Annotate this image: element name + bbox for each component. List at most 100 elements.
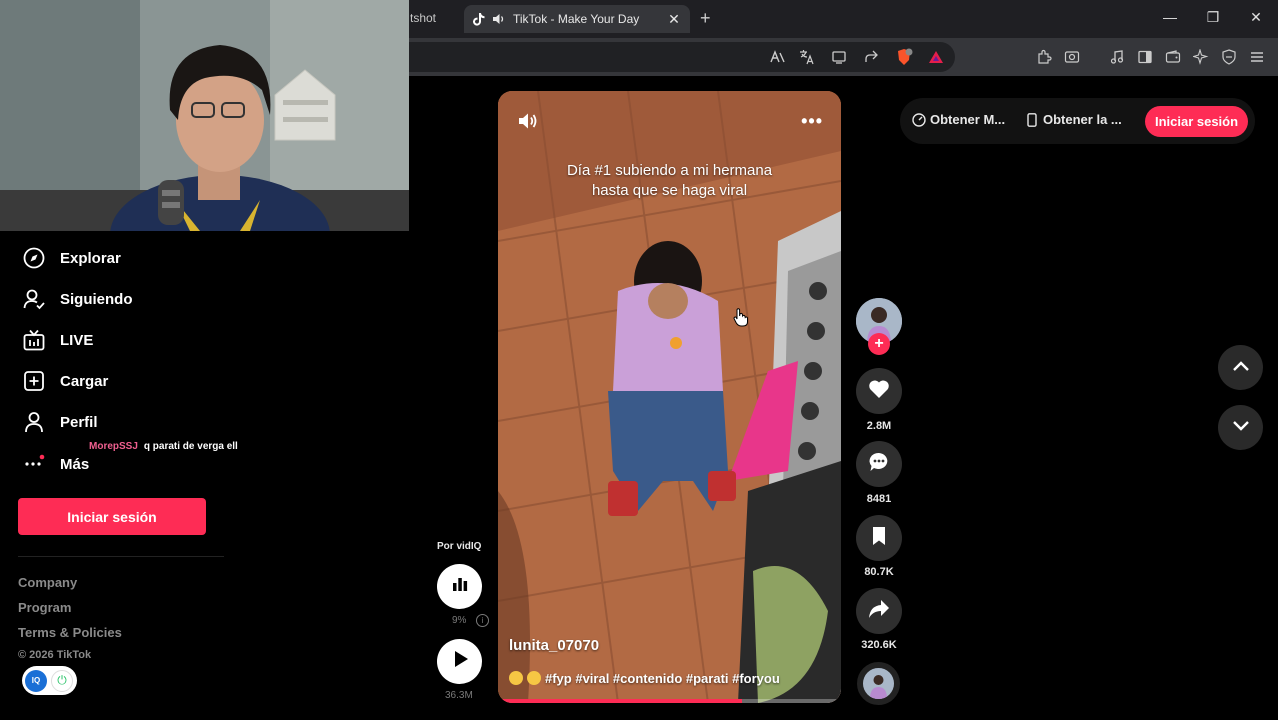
sidebar-item-label: Perfil [60, 413, 98, 431]
webcam-overlay [0, 0, 409, 231]
next-video-button[interactable] [1218, 405, 1263, 450]
play-icon [450, 649, 470, 674]
more-options-icon[interactable]: ••• [801, 111, 823, 132]
comment-count: 8481 [866, 493, 892, 505]
previous-tab[interactable]: tshot [410, 11, 436, 25]
hashtags[interactable]: #fyp #viral #contenido #parati #foryou [545, 671, 780, 686]
sidebar-item-label: Explorar [60, 249, 121, 267]
restore-button[interactable]: ❐ [1203, 9, 1223, 26]
sidebar-login-button[interactable]: Iniciar sesión [18, 498, 206, 535]
phone-icon [1025, 112, 1039, 127]
video-description: #fyp #viral #contenido #parati #foryou [509, 671, 780, 686]
stream-chat-overlay: MorepSSJ q parati de verga ell [89, 441, 238, 452]
menu-icon[interactable] [1248, 48, 1266, 66]
vidiq-logo-icon: IQ [25, 669, 47, 692]
vidiq-label: Por vidIQ [437, 541, 482, 552]
video-progress-fill [498, 699, 742, 703]
webcam-feed-image [0, 0, 409, 231]
tab-audio-icon[interactable] [492, 12, 506, 26]
get-mobile-app-link[interactable]: Obtener la ... [1025, 112, 1122, 127]
video-progress-bar[interactable] [498, 699, 841, 703]
footer-link-company[interactable]: Company [18, 575, 77, 590]
tab-title: TikTok - Make Your Day [513, 12, 640, 26]
chat-message: q parati de verga ell [143, 441, 238, 452]
new-tab-button[interactable]: + [700, 8, 711, 29]
sidebar-item-label: Más [60, 455, 90, 473]
translate-off-icon[interactable] [768, 48, 786, 66]
sidebar-item-label: Cargar [60, 372, 109, 390]
close-window-button[interactable]: ✕ [1246, 9, 1266, 26]
page-root: tshot TikTok - Make Your Day ✕ + — ❐ ✕ E… [0, 0, 1278, 720]
video-author[interactable]: lunita_07070 [509, 637, 599, 654]
share-icon[interactable] [862, 48, 880, 66]
share-count: 320.6K [861, 639, 897, 651]
get-app-link[interactable]: Obtener M... [912, 112, 1005, 127]
extensions-icon[interactable] [1035, 48, 1053, 66]
play-button[interactable] [437, 639, 482, 684]
follow-button[interactable]: + [868, 333, 890, 355]
sidebar-item-label: Siguiendo [60, 290, 133, 308]
sidebar-divider [18, 556, 224, 557]
mouse-cursor-icon [733, 307, 749, 332]
sidebar-item-perfil[interactable]: Perfil [22, 410, 98, 434]
tab-close-icon[interactable]: ✕ [666, 11, 682, 28]
ai-icon[interactable] [1192, 48, 1210, 66]
previous-video-button[interactable] [1218, 345, 1263, 390]
brave-shield-icon[interactable] [895, 48, 913, 66]
live-tv-icon [22, 328, 46, 352]
music-disc[interactable] [857, 662, 900, 705]
video-caption-overlay: Día #1 subiendo a mi hermana hasta que s… [498, 161, 841, 201]
comment-button[interactable] [856, 441, 902, 487]
sidebar-icon[interactable] [1136, 48, 1154, 66]
get-app-label: Obtener M... [930, 112, 1006, 127]
get-mobile-app-label: Obtener la ... [1043, 112, 1122, 127]
sidebar-item-explorar[interactable]: Explorar [22, 246, 121, 270]
extension-pill[interactable]: IQ ⏻ [22, 666, 77, 695]
translate-icon[interactable] [798, 48, 816, 66]
video-player[interactable]: ••• Día #1 subiendo a mi hermana hasta q… [498, 91, 841, 703]
tiktok-favicon-icon [472, 12, 486, 26]
vpn-icon[interactable] [1220, 48, 1238, 66]
caption-line: hasta que se haga viral [591, 182, 748, 199]
chevron-down-icon [1232, 419, 1250, 437]
save-count: 80.7K [864, 566, 894, 578]
bar-chart-icon [451, 575, 469, 598]
caption-line: Día #1 subiendo a mi hermana [566, 162, 773, 179]
share-arrow-icon [868, 599, 890, 624]
info-icon[interactable]: i [476, 614, 489, 627]
footer-link-terms[interactable]: Terms & Policies [18, 625, 122, 640]
compass-icon [22, 246, 46, 270]
cast-icon[interactable] [830, 48, 848, 66]
minimize-button[interactable]: — [1160, 9, 1180, 25]
comment-icon [868, 451, 890, 478]
view-count: 36.3M [445, 690, 473, 701]
sidebar-item-live[interactable]: LIVE [22, 328, 93, 352]
rewards-icon[interactable] [927, 48, 945, 66]
active-tab[interactable]: TikTok - Make Your Day ✕ [464, 5, 690, 33]
vidiq-percent: 9% [452, 615, 467, 626]
share-button[interactable] [856, 588, 902, 634]
chevron-up-icon [1232, 359, 1250, 377]
sidebar-item-label: LIVE [60, 331, 94, 349]
like-button[interactable] [856, 368, 902, 414]
power-icon[interactable]: ⏻ [51, 669, 73, 692]
sidebar-item-siguiendo[interactable]: Siguiendo [22, 287, 133, 311]
volume-icon[interactable] [516, 109, 540, 133]
sidebar-item-mas[interactable]: Más [22, 452, 89, 476]
following-icon [22, 287, 46, 311]
vidiq-stats-button[interactable] [437, 564, 482, 609]
chat-username: MorepSSJ [89, 441, 138, 452]
top-login-button[interactable]: Iniciar sesión [1145, 106, 1248, 137]
bookmark-icon [871, 526, 887, 551]
footer-link-program[interactable]: Program [18, 600, 71, 615]
profile-icon [22, 410, 46, 434]
gauge-icon [912, 112, 926, 127]
upload-icon [22, 369, 46, 393]
more-dots-icon [22, 452, 46, 476]
sidebar-item-cargar[interactable]: Cargar [22, 369, 108, 393]
media-icon[interactable] [1108, 48, 1126, 66]
screenshot-icon[interactable] [1063, 48, 1081, 66]
emoji-icon [527, 671, 541, 685]
save-button[interactable] [856, 515, 902, 561]
wallet-icon[interactable] [1164, 48, 1182, 66]
